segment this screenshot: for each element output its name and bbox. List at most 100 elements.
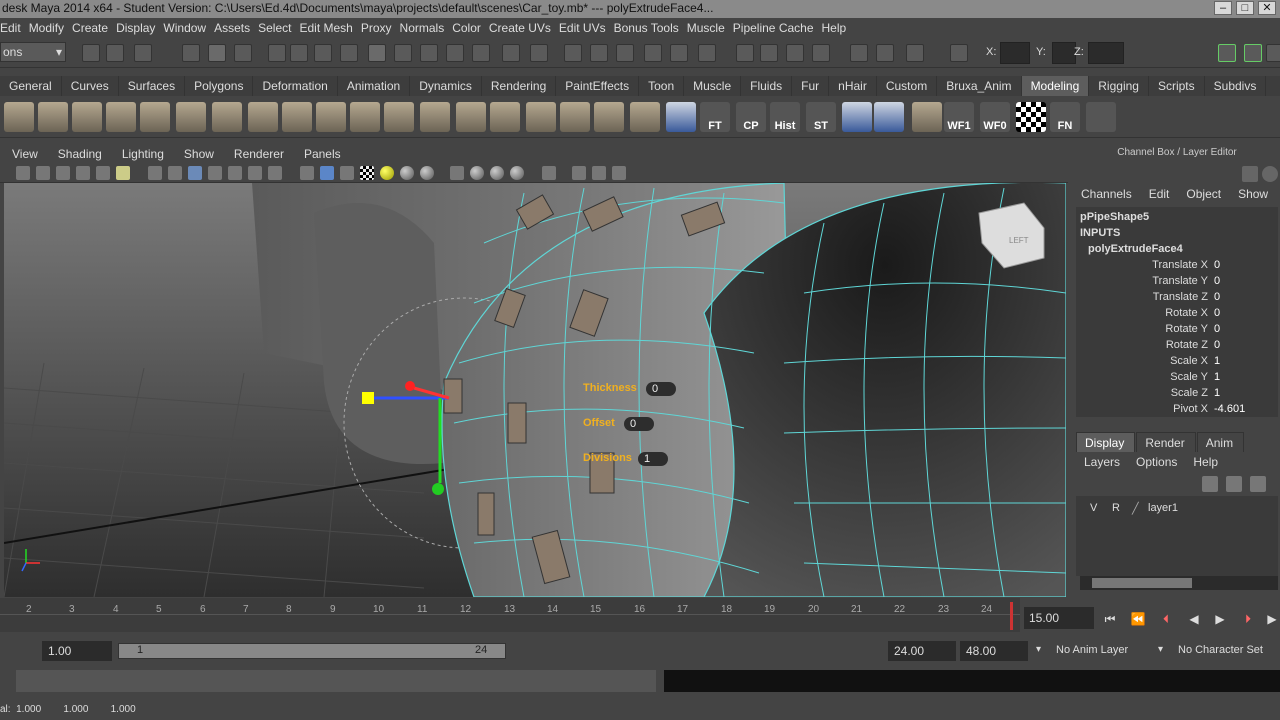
cb-attr-value[interactable]: 0 (1214, 275, 1220, 287)
cb-attr-value[interactable]: 1 (1214, 371, 1220, 383)
hud-divisions-value[interactable]: 1 (638, 452, 668, 466)
cb-attr-row[interactable]: Scale Y 1 (1076, 370, 1278, 386)
shelf-tab-polygons[interactable]: Polygons (185, 76, 254, 96)
grid-icon[interactable] (148, 166, 162, 180)
hud-thickness-value[interactable]: 0 (646, 382, 676, 396)
go-to-start-icon[interactable]: ⏮ (1100, 610, 1120, 628)
current-time-marker[interactable] (1010, 602, 1013, 630)
shadows-icon[interactable] (400, 166, 414, 180)
image-plane-icon[interactable] (76, 166, 90, 180)
panel-menu-view[interactable]: View (0, 147, 46, 161)
save-scene-icon[interactable] (134, 44, 152, 62)
select-hierarchy-icon[interactable] (182, 44, 200, 62)
step-back-key-icon[interactable]: ⏴ (1156, 610, 1176, 628)
hud-offset-value[interactable]: 0 (624, 417, 654, 431)
bevel-icon[interactable] (594, 102, 624, 132)
split-polygon-icon[interactable] (490, 102, 520, 132)
poly-prism-icon[interactable] (212, 102, 242, 132)
cb-edit-menu[interactable]: Edit (1142, 184, 1180, 204)
use-all-lights-icon[interactable] (380, 166, 394, 180)
x-field[interactable] (1000, 42, 1030, 64)
shelf-tab-scripts[interactable]: Scripts (1149, 76, 1205, 96)
ambient-occlusion-icon[interactable] (510, 166, 524, 180)
panel-menu-show[interactable]: Show (172, 147, 222, 161)
cb-attr-value[interactable]: 0 (1214, 291, 1220, 303)
st-shelf-button[interactable]: ST (806, 102, 836, 132)
character-set-dropdown[interactable]: No Character Set (1178, 644, 1263, 656)
cb-node-name[interactable]: polyExtrudeFace4 (1088, 243, 1183, 255)
layer-scrollbar-thumb[interactable] (1092, 578, 1192, 588)
shelf-tab-fur[interactable]: Fur (792, 76, 830, 96)
textured-icon[interactable] (360, 166, 374, 180)
menu-color[interactable]: Color (452, 21, 489, 35)
layer-scrollbar[interactable] (1080, 576, 1278, 590)
menu-bonus-tools[interactable]: Bonus Tools (614, 21, 687, 35)
layers-menu[interactable]: Layers (1076, 452, 1128, 472)
command-input[interactable] (16, 670, 656, 692)
cb-attr-value[interactable]: -4.601 (1214, 403, 1245, 415)
shelf-tab-custom[interactable]: Custom (877, 76, 938, 96)
menu-window[interactable]: Window (163, 21, 214, 35)
select-component-icon[interactable] (234, 44, 252, 62)
select-by-dynamic-icon[interactable] (394, 44, 412, 62)
layer-tab-display[interactable]: Display (1076, 432, 1136, 452)
lock-selection-icon[interactable] (502, 44, 520, 62)
film-gate-icon[interactable] (168, 166, 182, 180)
share-icon[interactable] (612, 166, 626, 180)
start-time-field[interactable]: 1.00 (42, 641, 112, 661)
shelf-tab-nhair[interactable]: nHair (829, 76, 877, 96)
shelf-tab-modeling[interactable]: Modeling (1021, 76, 1090, 96)
menu-create[interactable]: Create (72, 21, 116, 35)
cb-attr-value[interactable]: 1 (1214, 387, 1220, 399)
select-by-handle-icon[interactable] (268, 44, 286, 62)
open-scene-icon[interactable] (106, 44, 124, 62)
cb-attr-row[interactable]: Rotate X 0 (1076, 306, 1278, 322)
extrude-icon[interactable] (384, 102, 414, 132)
layer-properties-icon[interactable] (1250, 476, 1266, 492)
step-back-frame-icon[interactable]: ⏪ (1128, 610, 1148, 628)
wireframe-icon[interactable] (300, 166, 314, 180)
menu-normals[interactable]: Normals (400, 21, 453, 35)
snap-point-icon[interactable] (616, 44, 634, 62)
cb-attr-row[interactable]: Rotate Z 0 (1076, 338, 1278, 354)
menu-edit-uvs[interactable]: Edit UVs (559, 21, 614, 35)
camera-select-icon[interactable] (16, 166, 30, 180)
layer-tab-render[interactable]: Render (1136, 432, 1196, 452)
new-layer-icon[interactable] (1202, 476, 1218, 492)
menu-help[interactable]: Help (822, 21, 855, 35)
hypershade-icon[interactable] (850, 44, 868, 62)
tool-settings-toggle-icon[interactable] (1244, 44, 1262, 62)
poly-sphere-icon[interactable] (4, 102, 34, 132)
layer-edit-icon[interactable]: ╱ (1132, 502, 1139, 515)
new-layer-selected-icon[interactable] (1226, 476, 1242, 492)
play-forwards-icon[interactable]: ▶ (1210, 610, 1230, 628)
highlight-selection-icon[interactable] (530, 44, 548, 62)
cb-attr-row[interactable]: Translate Z 0 (1076, 290, 1278, 306)
cb-object-menu[interactable]: Object (1179, 184, 1231, 204)
poly-pyramid-icon[interactable] (248, 102, 278, 132)
cb-attr-row[interactable]: Pivot X -4.601 (1076, 402, 1278, 418)
z-field[interactable] (1088, 42, 1124, 64)
cb-attr-row[interactable]: Translate X 0 (1076, 258, 1278, 274)
select-object-icon[interactable] (208, 44, 226, 62)
close-icon[interactable]: ✕ (1258, 1, 1276, 15)
cb-show-menu[interactable]: Show (1231, 184, 1278, 204)
fn-shelf-button[interactable]: FN (1050, 102, 1080, 132)
xray-joints-icon[interactable] (470, 166, 484, 180)
append-polygon-icon[interactable] (456, 102, 486, 132)
camera-attributes-icon[interactable] (36, 166, 50, 180)
hist-shelf-button[interactable]: Hist (770, 102, 800, 132)
hud-toggle-icon[interactable] (572, 166, 586, 180)
snap-live-icon[interactable] (670, 44, 688, 62)
bookmark-icon[interactable] (56, 166, 70, 180)
history-icon[interactable] (736, 44, 754, 62)
stick-tool-icon[interactable] (1086, 102, 1116, 132)
channels-menu[interactable]: Channels (1074, 184, 1142, 204)
cb-attr-row[interactable]: Scale Z 1 (1076, 386, 1278, 402)
mirror-icon[interactable] (666, 102, 696, 132)
menu-edit-mesh[interactable]: Edit Mesh (299, 21, 360, 35)
safe-action-icon[interactable] (248, 166, 262, 180)
select-by-deformation-icon[interactable] (368, 44, 386, 62)
sphere-shader-icon[interactable] (874, 102, 904, 132)
shelf-tab-muscle[interactable]: Muscle (684, 76, 742, 96)
